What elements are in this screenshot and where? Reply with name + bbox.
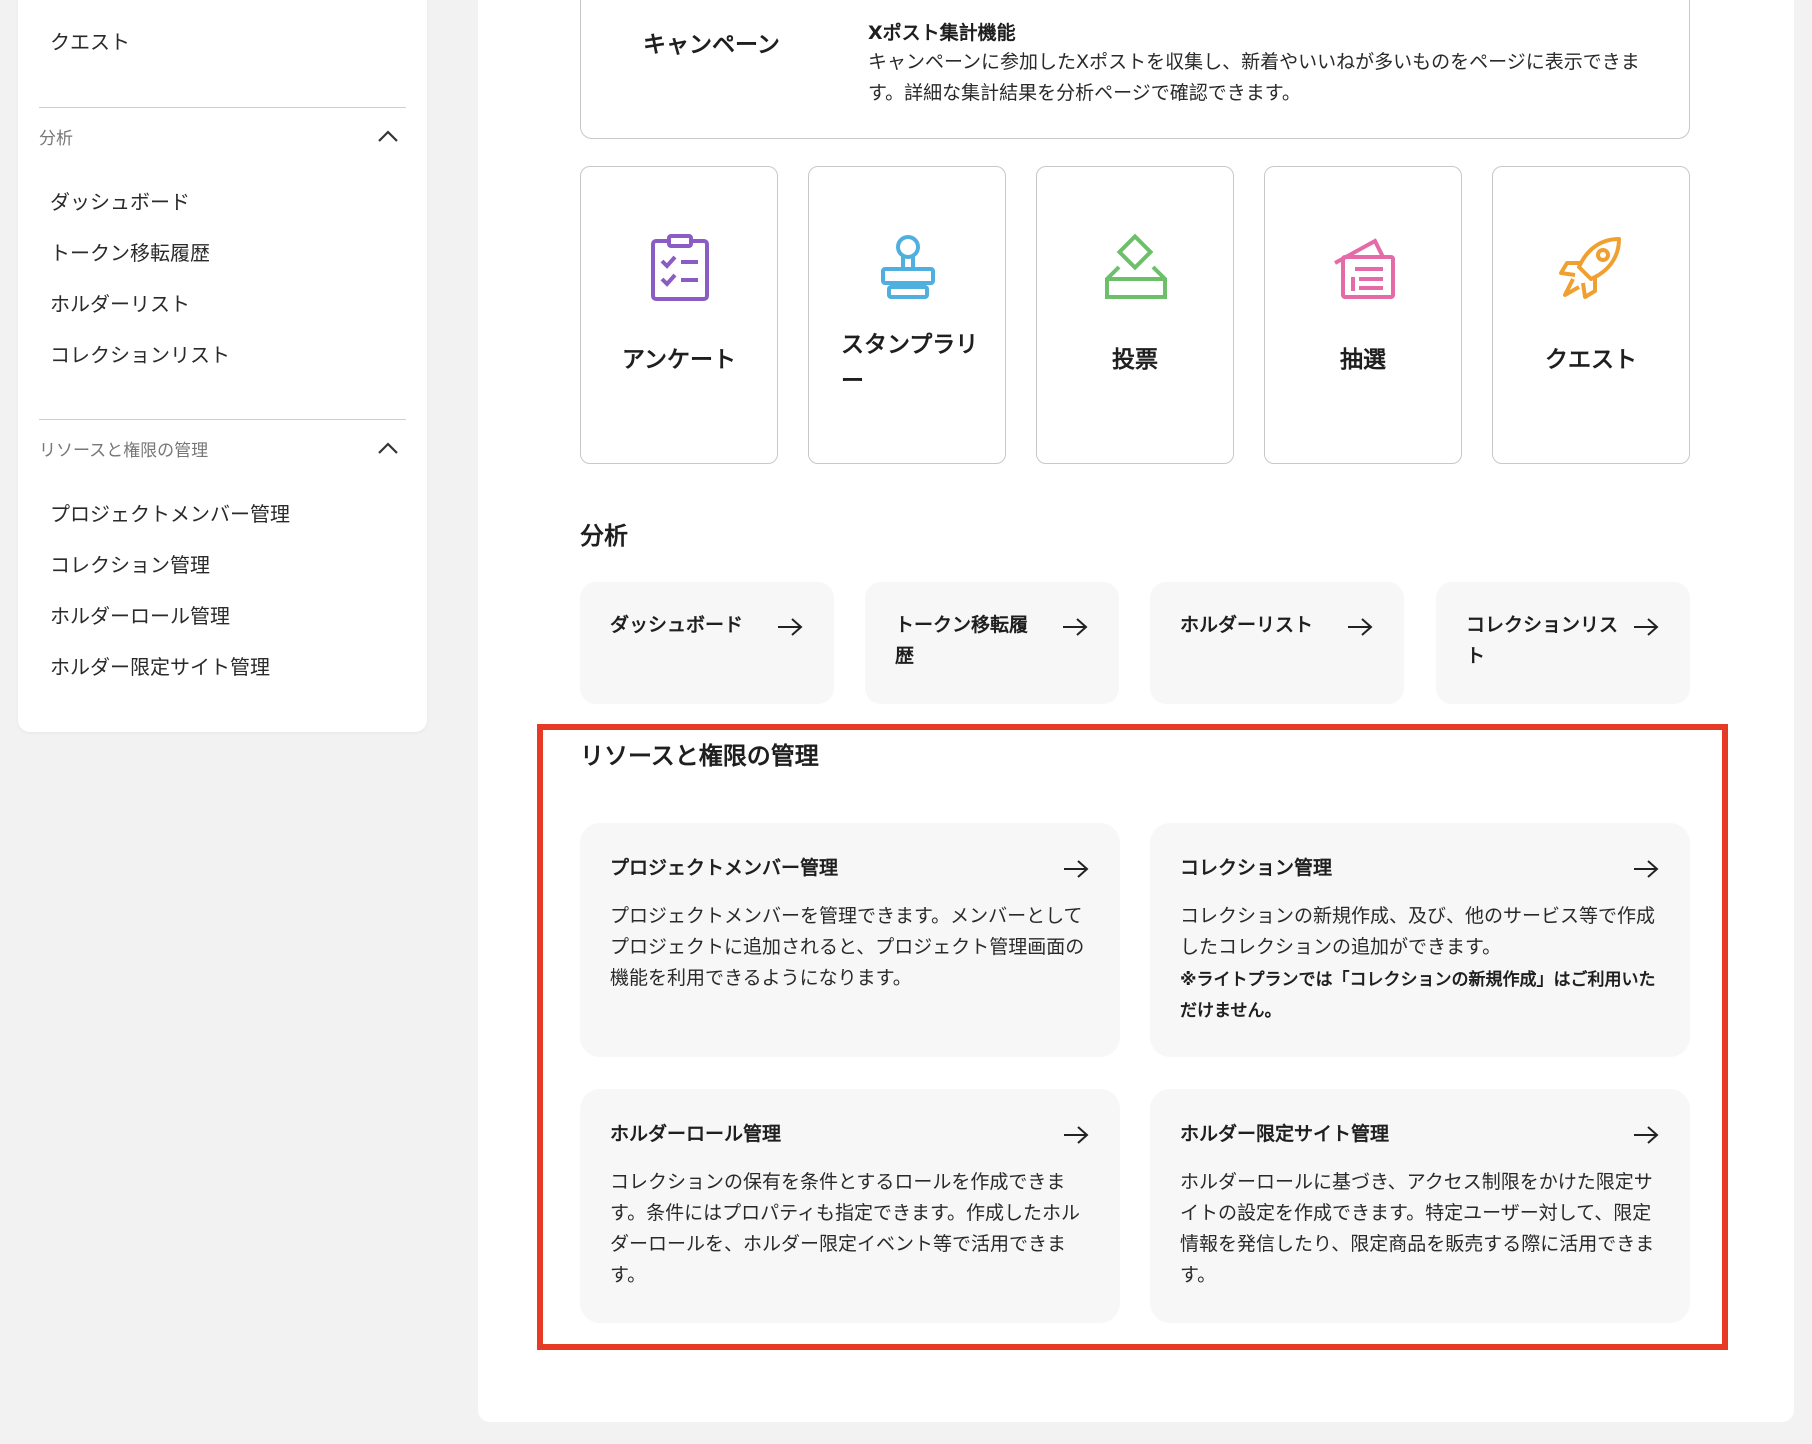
- stamp-icon: [881, 235, 935, 299]
- mgmt-card-title: プロジェクトメンバー管理: [610, 857, 839, 879]
- analysis-card-label: ホルダーリスト: [1180, 614, 1314, 636]
- analysis-card-token-transfer-history[interactable]: トークン移転履歴: [865, 582, 1119, 704]
- sidebar: クエスト 分析 ダッシュボード トークン移転履歴 ホルダーリスト コレクションリ…: [18, 0, 427, 732]
- feature-card-survey[interactable]: アンケート: [580, 166, 778, 464]
- sidebar-divider: [39, 419, 406, 420]
- sidebar-section-label: リソースと権限の管理: [39, 441, 209, 461]
- mgmt-card-holder-role[interactable]: ホルダーロール管理 コレクションの保有を条件とするロールを作成できます。条件には…: [580, 1089, 1120, 1323]
- arrow-right-icon: [1064, 1126, 1089, 1144]
- mgmt-card-collection[interactable]: コレクション管理 コレクションの新規作成、及び、他のサービス等で作成したコレクシ…: [1150, 823, 1690, 1057]
- mgmt-card-desc: プロジェクトメンバーを管理できます。メンバーとしてプロジェクトに追加されると、プ…: [610, 905, 1085, 989]
- analysis-card-holder-list[interactable]: ホルダーリスト: [1150, 582, 1404, 704]
- sidebar-section-label: 分析: [39, 129, 73, 149]
- sidebar-item-quest[interactable]: クエスト: [50, 26, 130, 55]
- main-panel: キャンペーン Xポスト集計機能 キャンペーンに参加したXポストを収集し、新着やい…: [478, 0, 1794, 1422]
- campaign-label: キャンペーン: [643, 32, 780, 58]
- ballot-box-icon: [1105, 233, 1167, 299]
- sidebar-section-resources[interactable]: リソースと権限の管理: [39, 432, 406, 464]
- feature-label: 抽選: [1340, 347, 1386, 373]
- analysis-card-label: トークン移転履歴: [895, 614, 1029, 667]
- rocket-icon: [1559, 237, 1621, 299]
- campaign-card[interactable]: キャンペーン Xポスト集計機能 キャンペーンに参加したXポストを収集し、新着やい…: [580, 0, 1690, 139]
- mgmt-card-note: ※ライトプランでは「コレクションの新規作成」はご利用いただけません。: [1180, 970, 1656, 1021]
- feature-label: クエスト: [1545, 347, 1637, 373]
- mgmt-card-project-member[interactable]: プロジェクトメンバー管理 プロジェクトメンバーを管理できます。メンバーとしてプロ…: [580, 823, 1120, 1057]
- arrow-right-icon: [1634, 860, 1659, 878]
- arrow-right-icon: [1348, 618, 1373, 636]
- mgmt-card-holder-site[interactable]: ホルダー限定サイト管理 ホルダーロールに基づき、アクセス制限をかけた限定サイトの…: [1150, 1089, 1690, 1323]
- mgmt-card-title: ホルダーロール管理: [610, 1123, 782, 1145]
- chevron-up-icon[interactable]: [376, 126, 400, 146]
- analysis-card-label: コレクションリスト: [1466, 614, 1619, 667]
- feature-card-vote[interactable]: 投票: [1036, 166, 1234, 464]
- arrow-right-icon: [1634, 1126, 1659, 1144]
- feature-card-quest[interactable]: クエスト: [1492, 166, 1690, 464]
- analysis-card-dashboard[interactable]: ダッシュボード: [580, 582, 834, 704]
- feature-card-stamp-rally[interactable]: スタンプラリー: [808, 166, 1006, 464]
- sidebar-divider: [39, 107, 406, 108]
- mgmt-card-title: コレクション管理: [1180, 857, 1333, 879]
- sidebar-item-project-member-management[interactable]: プロジェクトメンバー管理: [50, 498, 290, 527]
- sidebar-item-holder-role-management[interactable]: ホルダーロール管理: [50, 600, 230, 629]
- feature-label: アンケート: [621, 347, 737, 373]
- arrow-right-icon: [1634, 618, 1659, 636]
- sidebar-item-holder-list[interactable]: ホルダーリスト: [50, 288, 190, 317]
- analysis-card-collection-list[interactable]: コレクションリスト: [1436, 582, 1690, 704]
- mgmt-card-title: ホルダー限定サイト管理: [1180, 1123, 1390, 1145]
- sidebar-section-analysis[interactable]: 分析: [39, 120, 406, 152]
- mgmt-card-desc: ホルダーロールに基づき、アクセス制限をかけた限定サイトの設定を作成できます。特定…: [1180, 1171, 1655, 1286]
- sidebar-item-collection-list[interactable]: コレクションリスト: [50, 339, 230, 368]
- section-title-analysis: 分析: [580, 522, 628, 550]
- arrow-right-icon: [1063, 618, 1088, 636]
- chevron-up-icon[interactable]: [376, 438, 400, 458]
- campaign-feature-desc: キャンペーンに参加したXポストを収集し、新着やいいねが多いものをページに表示でき…: [868, 51, 1640, 104]
- arrow-right-icon: [778, 618, 803, 636]
- mgmt-card-desc: コレクションの新規作成、及び、他のサービス等で作成したコレクションの追加ができま…: [1180, 905, 1656, 958]
- campaign-feature-title: Xポスト集計機能: [868, 22, 1016, 44]
- analysis-card-label: ダッシュボード: [610, 614, 744, 636]
- clipboard-checklist-icon: [651, 234, 709, 301]
- feature-card-lottery[interactable]: 抽選: [1264, 166, 1462, 464]
- arrow-right-icon: [1064, 860, 1089, 878]
- mgmt-card-desc: コレクションの保有を条件とするロールを作成できます。条件にはプロパティも指定でき…: [610, 1171, 1081, 1286]
- feature-label: スタンプラリー: [841, 332, 979, 394]
- sidebar-item-dashboard[interactable]: ダッシュボード: [50, 186, 190, 215]
- sidebar-item-token-transfer-history[interactable]: トークン移転履歴: [50, 237, 210, 266]
- sidebar-item-holder-site-management[interactable]: ホルダー限定サイト管理: [50, 651, 270, 680]
- section-title-resources: リソースと権限の管理: [580, 742, 819, 770]
- lottery-ticket-icon: [1334, 238, 1395, 299]
- sidebar-item-collection-management[interactable]: コレクション管理: [50, 549, 210, 578]
- feature-label: 投票: [1112, 347, 1158, 373]
